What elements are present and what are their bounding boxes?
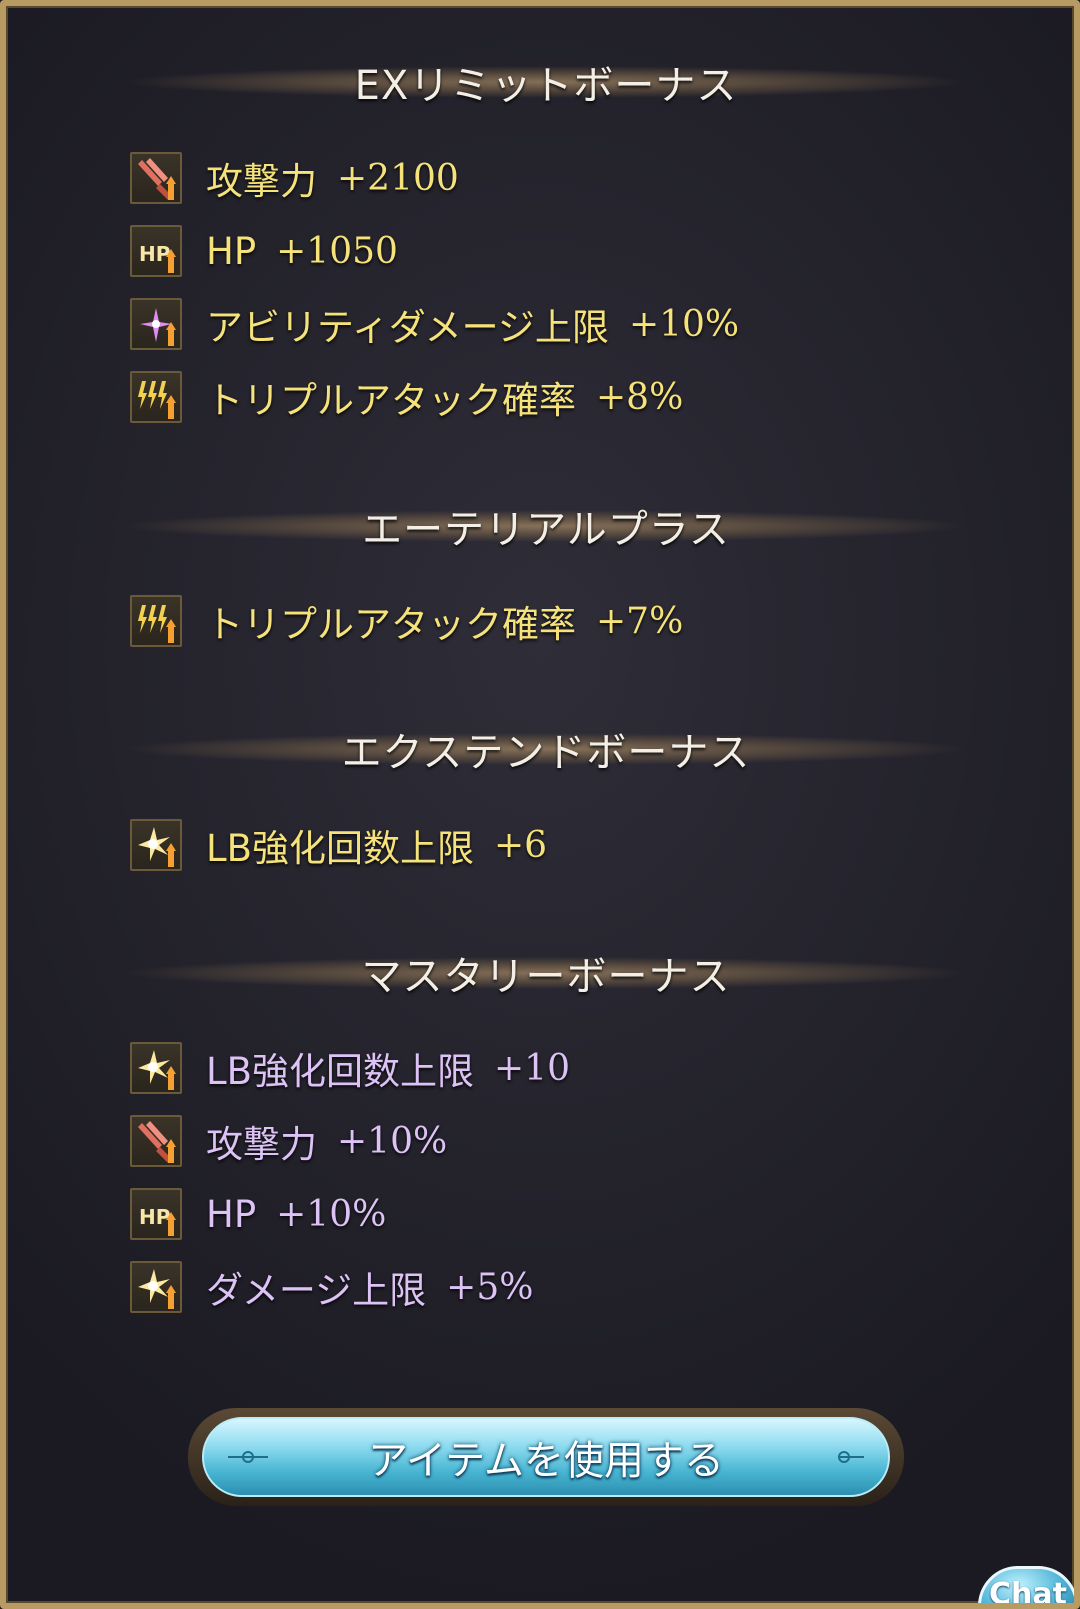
- section-header-ethereal-plus: エーテリアルプラス: [126, 496, 966, 556]
- bonus-label: HP: [206, 1192, 257, 1236]
- bonus-value: +2100: [337, 157, 459, 199]
- use-item-label: アイテムを使用する: [368, 1438, 724, 1484]
- bonus-value: +10: [494, 1047, 570, 1089]
- bonus-value: +7%: [596, 600, 684, 642]
- bonus-label: アビリティダメージ上限: [206, 306, 609, 349]
- bonus-row: LB強化回数上限 +6: [130, 816, 547, 874]
- bonus-row: 攻撃力 +2100: [130, 149, 459, 207]
- bonus-label: トリプルアタック確率: [206, 603, 576, 646]
- damage-cap-up-icon: [130, 1261, 182, 1313]
- bonus-value: +1050: [276, 230, 398, 272]
- triple-attack-up-icon: [130, 371, 182, 423]
- section-header-mastery-bonus: マスタリーボーナス: [126, 943, 966, 1003]
- hp-up-icon: HP: [130, 1188, 182, 1240]
- section-title: EXリミットボーナス: [354, 63, 738, 109]
- bonus-row: ダメージ上限 +5%: [130, 1258, 533, 1316]
- svg-text:HP: HP: [139, 242, 170, 266]
- bonus-row: HP HP +1050: [130, 222, 398, 280]
- bonus-label: LB強化回数上限: [206, 1050, 474, 1093]
- use-item-button[interactable]: アイテムを使用する: [188, 1408, 904, 1506]
- bonus-label: LB強化回数上限: [206, 827, 474, 870]
- section-title: エーテリアルプラス: [362, 507, 730, 553]
- bonus-value: +8%: [596, 376, 684, 418]
- bonus-label: トリプルアタック確率: [206, 379, 576, 422]
- bonus-label: 攻撃力: [206, 160, 317, 203]
- bonus-label: HP: [206, 229, 257, 273]
- limit-break-up-icon: [130, 819, 182, 871]
- bonus-row: トリプルアタック確率 +8%: [130, 368, 683, 426]
- svg-text:HP: HP: [139, 1205, 170, 1229]
- bonus-value: +10%: [337, 1120, 448, 1162]
- attack-up-icon: [130, 1115, 182, 1167]
- bonus-value: +6: [494, 824, 548, 866]
- limit-break-up-icon: [130, 1042, 182, 1094]
- bonus-value: +10%: [276, 1193, 387, 1235]
- section-header-extend-bonus: エクステンドボーナス: [126, 719, 966, 779]
- triple-attack-up-icon: [130, 595, 182, 647]
- ability-damage-cap-up-icon: [130, 298, 182, 350]
- section-title: エクステンドボーナス: [341, 730, 751, 776]
- bonus-row: 攻撃力 +10%: [130, 1112, 447, 1170]
- bonus-row: LB強化回数上限 +10: [130, 1039, 570, 1097]
- section-header-ex-limit: EXリミットボーナス: [126, 52, 966, 112]
- bonus-row: HP HP +10%: [130, 1185, 386, 1243]
- bonus-value: +10%: [628, 303, 740, 345]
- chat-button[interactable]: Chat: [978, 1566, 1074, 1603]
- section-title: マスタリーボーナス: [361, 954, 731, 1000]
- bonus-row: アビリティダメージ上限 +10%: [130, 295, 739, 353]
- bonus-label: 攻撃力: [206, 1123, 317, 1166]
- bonus-value: +5%: [446, 1266, 534, 1308]
- bonus-row: トリプルアタック確率 +7%: [130, 592, 683, 650]
- hp-up-icon: HP: [130, 225, 182, 277]
- bonus-label: ダメージ上限: [206, 1269, 427, 1312]
- attack-up-icon: [130, 152, 182, 204]
- bonus-panel: EXリミットボーナス 攻撃力 +2100 HP HP +1050 アビリティダメ…: [0, 0, 1080, 1609]
